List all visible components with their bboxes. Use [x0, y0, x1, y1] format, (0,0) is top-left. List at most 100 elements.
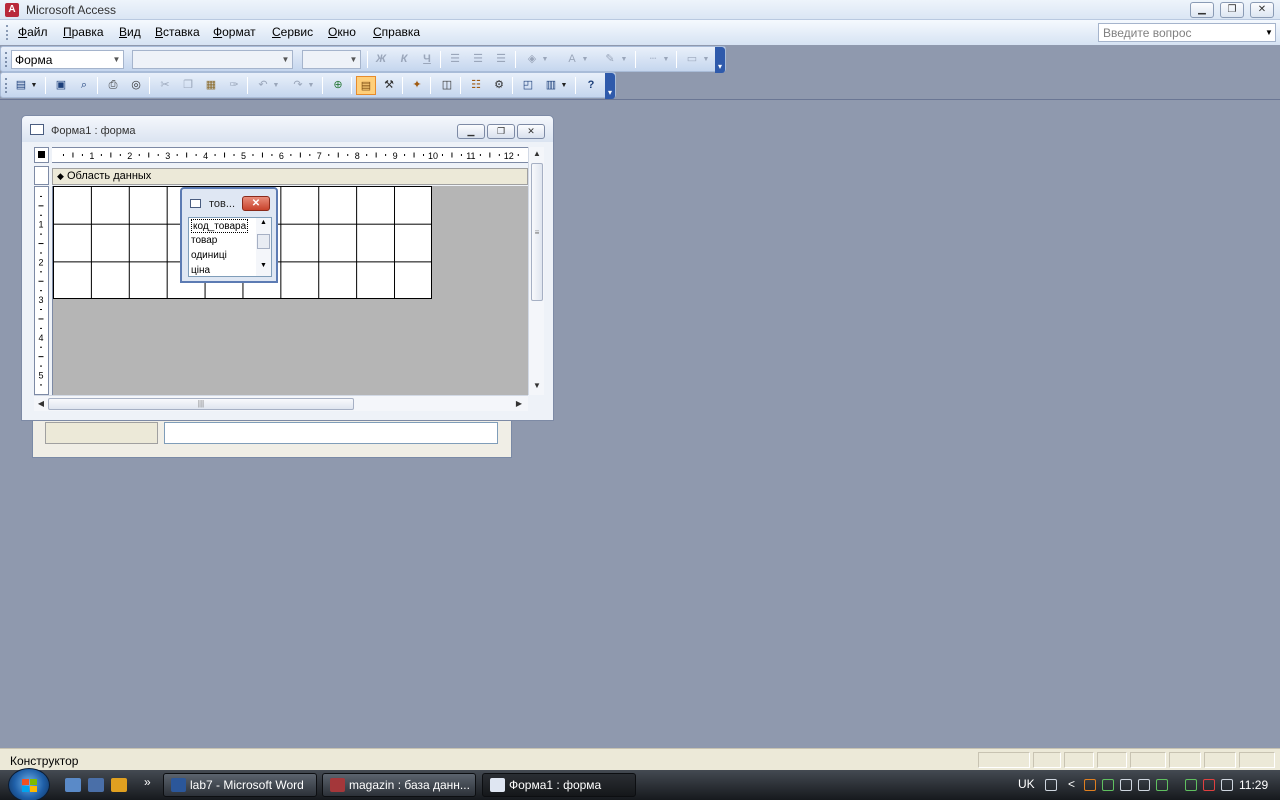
chevron-down-icon[interactable]: ▼	[619, 50, 629, 69]
tray-monitor-icon[interactable]	[1138, 779, 1150, 791]
properties-icon[interactable]: ☷	[466, 76, 486, 95]
menu-view[interactable]: Вид	[119, 25, 141, 39]
chevron-down-icon[interactable]: ▼	[111, 52, 122, 67]
horizontal-scrollbar[interactable]: ◀ ||| ▶	[34, 395, 528, 411]
form-window-titlebar[interactable]: Форма1 : форма ▁ ❐ ✕	[22, 116, 553, 142]
detail-section-header[interactable]: ◆ Область данных	[52, 168, 528, 185]
form-minimize-button[interactable]: ▁	[457, 124, 485, 139]
hyperlink-icon[interactable]: ⊕	[328, 76, 348, 95]
font-select[interactable]: ▼	[132, 50, 293, 69]
horizontal-scroll-thumb[interactable]: |||	[48, 398, 354, 410]
build-icon[interactable]: ⚙	[489, 76, 509, 95]
redo-icon[interactable]: ↷	[288, 76, 308, 95]
new-object-icon[interactable]: ▥	[541, 76, 561, 95]
menu-file[interactable]: Файл	[18, 25, 48, 39]
field-item[interactable]: код_товара	[191, 219, 249, 233]
database-window-icon[interactable]: ◰	[518, 76, 538, 95]
field-list-icon[interactable]: ▤	[356, 76, 376, 95]
font-color-icon[interactable]: A	[562, 50, 582, 69]
menu-insert[interactable]: Вставка	[155, 25, 200, 39]
print-preview-icon[interactable]: ◎	[126, 76, 146, 95]
toolbar-options-icon[interactable]: ▾	[715, 47, 725, 73]
vertical-ruler[interactable]: 1 2 3 4 5	[34, 186, 49, 395]
help-icon[interactable]: ?	[581, 76, 601, 95]
show-desktop-icon[interactable]	[88, 778, 104, 792]
fill-color-icon[interactable]: ◈	[522, 50, 542, 69]
task-button-access-db[interactable]: magazin : база данн...	[322, 773, 476, 797]
detail-design-area[interactable]	[52, 186, 528, 395]
chevron-down-icon[interactable]: ▼	[29, 76, 39, 95]
align-center-icon[interactable]: ☰	[468, 50, 488, 69]
autoformat-icon[interactable]: ✦	[407, 76, 427, 95]
vertical-scrollbar[interactable]: ▲ ≡ ▼	[528, 147, 544, 395]
language-indicator[interactable]: UK	[1018, 777, 1035, 791]
menu-window[interactable]: Окно	[328, 25, 356, 39]
task-button-word[interactable]: lab7 - Microsoft Word	[163, 773, 317, 797]
chevron-down-icon[interactable]: ▼	[1263, 24, 1275, 41]
field-item[interactable]: одиниці	[191, 249, 227, 263]
volume-icon[interactable]	[1221, 779, 1233, 791]
scroll-left-icon[interactable]: ◀	[34, 396, 48, 412]
ask-question-input[interactable]: Введите вопрос ▼	[1098, 23, 1276, 42]
tray-device-icon[interactable]	[1120, 779, 1132, 791]
restore-button[interactable]: ❐	[1220, 2, 1244, 18]
field-list-scroll-thumb[interactable]	[257, 234, 270, 249]
tray-network-icon[interactable]	[1102, 779, 1114, 791]
chevron-down-icon[interactable]: ▼	[701, 50, 711, 69]
menu-tools[interactable]: Сервис	[272, 25, 313, 39]
close-button[interactable]: ✕	[1250, 2, 1274, 18]
field-item[interactable]: товар	[191, 234, 217, 248]
format-painter-icon[interactable]: ✑	[224, 76, 244, 95]
code-icon[interactable]: ◫	[437, 76, 457, 95]
toolbox-icon[interactable]: ⚒	[379, 76, 399, 95]
font-size-select[interactable]: ▼	[302, 50, 361, 69]
chevron-down-icon[interactable]: ▼	[271, 76, 281, 95]
media-player-icon[interactable]	[111, 778, 127, 792]
form-close-button[interactable]: ✕	[517, 124, 545, 139]
undo-icon[interactable]: ↶	[253, 76, 273, 95]
section-selector[interactable]	[34, 166, 49, 185]
save-icon[interactable]: ▣	[51, 76, 71, 95]
clock[interactable]: 11:29	[1239, 778, 1268, 792]
bold-button[interactable]: Ж	[371, 50, 391, 69]
menu-format[interactable]: Формат	[213, 25, 256, 39]
copy-icon[interactable]: ❐	[178, 76, 198, 95]
chevron-down-icon[interactable]: ▼	[580, 50, 590, 69]
line-color-icon[interactable]: ✎	[600, 50, 620, 69]
start-button[interactable]	[8, 768, 50, 800]
task-button-form[interactable]: Форма1 : форма	[482, 773, 636, 797]
chevron-down-icon[interactable]: ▼	[540, 50, 550, 69]
scroll-up-icon[interactable]: ▲	[256, 219, 271, 226]
chevron-down-icon[interactable]: ▼	[661, 50, 671, 69]
quicklaunch-overflow-icon[interactable]: »	[144, 775, 151, 789]
chevron-down-icon[interactable]: ▼	[348, 52, 359, 67]
cut-icon[interactable]: ✂	[155, 76, 175, 95]
tray-security-icon[interactable]	[1156, 779, 1168, 791]
horizontal-ruler[interactable]: 1 2 3 4 5 6 7 8 9 10 11 12	[52, 147, 528, 163]
vertical-scroll-thumb[interactable]: ≡	[531, 163, 543, 301]
scroll-up-icon[interactable]: ▲	[529, 147, 545, 161]
chevron-down-icon[interactable]: ▼	[280, 52, 291, 67]
italic-button[interactable]: К	[394, 50, 414, 69]
menu-help[interactable]: Справка	[373, 25, 420, 39]
underline-button[interactable]: Ч	[417, 50, 437, 69]
toolbar-grip[interactable]	[5, 78, 7, 93]
special-effect-icon[interactable]: ▭	[682, 50, 702, 69]
line-width-icon[interactable]: ┈	[643, 50, 663, 69]
toolbar-grip[interactable]	[5, 52, 7, 67]
form-selector[interactable]	[34, 147, 49, 163]
scroll-down-icon[interactable]: ▼	[529, 379, 545, 393]
chevron-down-icon[interactable]: ▼	[559, 76, 569, 95]
paste-icon[interactable]: ▦	[201, 76, 221, 95]
align-left-icon[interactable]: ☰	[445, 50, 465, 69]
menu-edit[interactable]: Правка	[63, 25, 104, 39]
network-disconnected-icon[interactable]	[1203, 779, 1215, 791]
scroll-right-icon[interactable]: ▶	[512, 396, 526, 412]
toolbar-options-icon[interactable]: ▾	[605, 73, 615, 99]
object-select[interactable]: Форма ▼	[11, 50, 124, 69]
tray-app-icon[interactable]	[1084, 779, 1096, 791]
file-search-icon[interactable]: ⌕	[74, 76, 94, 95]
field-list-close-button[interactable]: ✕	[242, 196, 270, 211]
field-list-box[interactable]: код_товара товар одиниці ціна ▲ ▼	[188, 217, 272, 277]
keyboard-icon[interactable]	[1045, 779, 1057, 791]
